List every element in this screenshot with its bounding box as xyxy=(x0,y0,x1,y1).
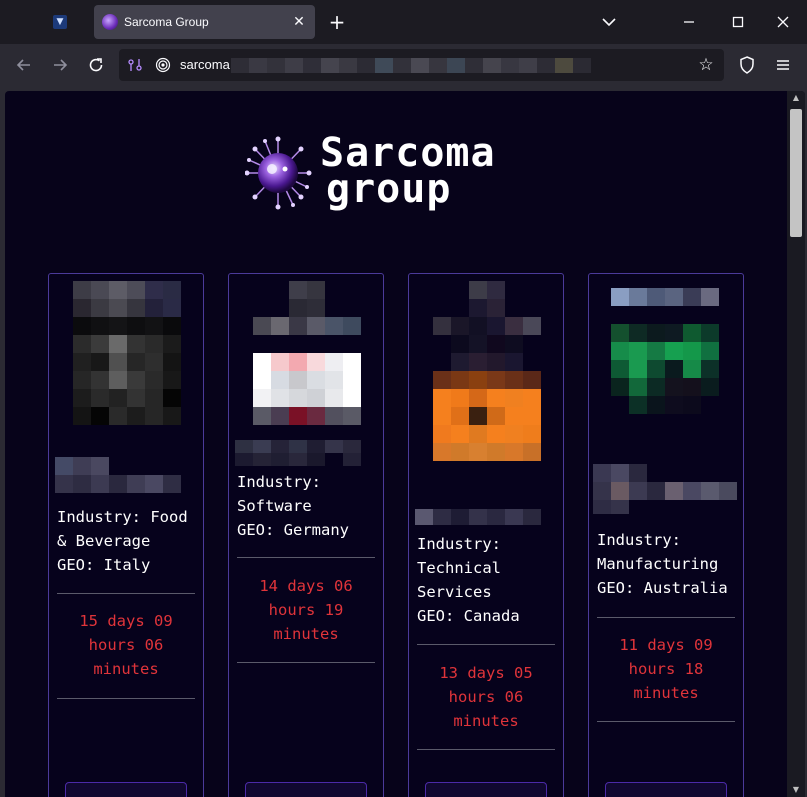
industry-value: & Beverage xyxy=(57,532,151,550)
timer-days: 14 days 06 xyxy=(259,577,353,595)
victim-card[interactable]: Industry: Software GEO: Germany 14 days … xyxy=(228,273,384,797)
timer-hours: hours 19 xyxy=(268,601,344,619)
maximize-icon[interactable] xyxy=(726,10,750,34)
reload-icon[interactable] xyxy=(84,53,108,77)
victim-logo-pixelated xyxy=(253,281,361,425)
industry-label: Industry: Food xyxy=(57,508,188,526)
chevron-down-icon[interactable] xyxy=(598,12,620,32)
victim-name-redacted xyxy=(415,509,541,525)
active-tab[interactable]: Sarcoma Group ✕ xyxy=(94,5,315,39)
victim-details-button[interactable] xyxy=(245,782,367,797)
divider xyxy=(597,617,735,618)
victim-info: Industry: Technical Services GEO: Canada xyxy=(417,532,567,628)
divider xyxy=(597,721,735,722)
back-arrow-icon[interactable] xyxy=(12,53,36,77)
tab-close-icon[interactable]: ✕ xyxy=(291,14,307,30)
pinned-tab-icon: ▼ xyxy=(53,15,67,29)
industry-label: Industry: xyxy=(237,473,321,491)
countdown-timer: 14 days 06 hours 19 minutes xyxy=(237,574,375,646)
bookmark-star-icon[interactable]: ☆ xyxy=(697,56,715,74)
victim-info: Industry: Food & Beverage GEO: Italy xyxy=(57,505,207,577)
victim-logo-pixelated xyxy=(611,288,719,432)
logo-wordmark: Sarcoma group xyxy=(320,133,496,212)
industry-value: Manufacturing xyxy=(597,555,719,573)
timer-days: 11 days 09 xyxy=(619,636,713,654)
permissions-icon[interactable] xyxy=(127,57,143,73)
divider xyxy=(57,698,195,699)
scroll-down-icon[interactable]: ▼ xyxy=(791,785,801,795)
page-viewport: Sarcoma group Industry: Food & Beverage … xyxy=(5,91,805,797)
pinned-tab[interactable]: ▼ xyxy=(44,6,76,38)
tab-bar: ▼ Sarcoma Group ✕ + xyxy=(0,0,807,44)
victim-info: Industry: Manufacturing GEO: Australia xyxy=(597,528,747,600)
timer-hours: hours 06 xyxy=(88,636,164,654)
timer-hours: hours 18 xyxy=(628,660,704,678)
industry-value: Technical xyxy=(417,559,501,577)
divider xyxy=(237,557,375,558)
timer-days: 13 days 05 xyxy=(439,664,533,682)
forward-arrow-icon[interactable] xyxy=(48,53,72,77)
victim-name-redacted xyxy=(235,440,361,466)
divider xyxy=(57,593,195,594)
site-logo[interactable]: Sarcoma group xyxy=(244,133,565,212)
menu-icon[interactable] xyxy=(771,53,795,77)
timer-hours: hours 06 xyxy=(448,688,524,706)
timer-minutes: minutes xyxy=(453,712,519,730)
industry-value-line-2: Services xyxy=(417,583,492,601)
victim-card[interactable]: Industry: Technical Services GEO: Canada… xyxy=(408,273,564,797)
countdown-timer: 15 days 09 hours 06 minutes xyxy=(57,609,195,681)
victim-info: Industry: Software GEO: Germany xyxy=(237,470,387,542)
victim-details-button[interactable] xyxy=(65,782,187,797)
address-bar[interactable]: sarcoma ☆ xyxy=(119,49,724,81)
geo-label: GEO: Germany xyxy=(237,521,349,539)
timer-minutes: minutes xyxy=(633,684,699,702)
timer-minutes: minutes xyxy=(93,660,159,678)
victim-name-redacted xyxy=(593,464,737,514)
sarcoma-favicon-icon xyxy=(102,14,118,30)
shield-icon[interactable] xyxy=(735,53,759,77)
onion-lock-icon[interactable] xyxy=(155,57,171,73)
countdown-timer: 13 days 05 hours 06 minutes xyxy=(417,661,555,733)
divider xyxy=(417,749,555,750)
victim-name-redacted xyxy=(55,457,181,493)
close-icon[interactable] xyxy=(771,10,795,34)
industry-value: Software xyxy=(237,497,312,515)
virus-logo-icon xyxy=(244,135,315,210)
geo-label: GEO: Italy xyxy=(57,556,151,574)
navigation-bar: sarcoma ☆ xyxy=(0,44,807,86)
victim-details-button[interactable] xyxy=(425,782,547,797)
victim-logo-pixelated xyxy=(73,281,181,425)
new-tab-button[interactable]: + xyxy=(326,10,348,34)
minimize-icon[interactable] xyxy=(677,10,701,34)
victim-card[interactable]: Industry: Manufacturing GEO: Australia 1… xyxy=(588,273,744,797)
divider xyxy=(237,662,375,663)
industry-label: Industry: xyxy=(597,531,681,549)
victim-logo-pixelated xyxy=(433,281,541,461)
logo-line-2: group xyxy=(326,166,452,212)
timer-minutes: minutes xyxy=(273,625,339,643)
url-text: sarcoma xyxy=(180,57,230,72)
victim-card[interactable]: Industry: Food & Beverage GEO: Italy 15 … xyxy=(48,273,204,797)
countdown-timer: 11 days 09 hours 18 minutes xyxy=(597,633,735,705)
geo-label: GEO: Canada xyxy=(417,607,520,625)
geo-label: GEO: Australia xyxy=(597,579,728,597)
page-scrollbar[interactable]: ▲ ▼ xyxy=(787,91,805,797)
timer-days: 15 days 09 xyxy=(79,612,173,630)
victim-details-button[interactable] xyxy=(605,782,727,797)
divider xyxy=(417,644,555,645)
industry-label: Industry: xyxy=(417,535,501,553)
scrollbar-thumb[interactable] xyxy=(790,109,802,237)
scroll-up-icon[interactable]: ▲ xyxy=(791,93,801,103)
tab-title: Sarcoma Group xyxy=(124,15,209,29)
redacted-url xyxy=(231,58,591,73)
